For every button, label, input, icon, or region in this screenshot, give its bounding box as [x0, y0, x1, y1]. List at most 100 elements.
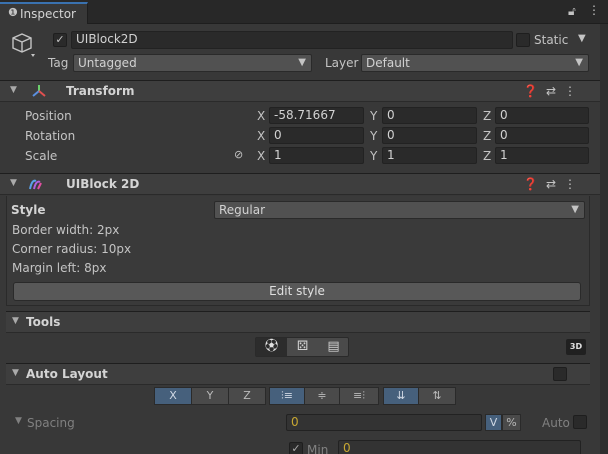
axis-x-label: X	[257, 149, 266, 163]
layer-label: Layer	[325, 56, 359, 70]
constrain-proportions-icon[interactable]: ⊘	[234, 148, 243, 161]
spacing-field[interactable]: 0	[286, 414, 482, 431]
min-checkbox[interactable]: ✓	[289, 442, 303, 454]
transform-title: Transform	[66, 84, 135, 98]
position-label: Position	[25, 109, 72, 123]
corner-radius-info: Corner radius: 10px	[12, 242, 132, 256]
static-checkbox[interactable]	[516, 33, 530, 47]
preset-icon[interactable]: ⇄	[546, 84, 564, 98]
tag-label: Tag	[48, 56, 69, 70]
chevron-down-icon: ▼	[575, 57, 583, 68]
chevron-down-icon: ▼	[571, 204, 579, 215]
order-reverse-icon: ⇅	[432, 389, 442, 402]
min-field[interactable]: 0	[338, 440, 581, 454]
tag-value: Untagged	[78, 56, 137, 70]
tag-dropdown[interactable]: Untagged ▼	[73, 54, 312, 72]
tools-header[interactable]: ▼ Tools	[6, 311, 590, 333]
style-value: Regular	[219, 203, 266, 217]
lock-icon[interactable]: 🔓︎	[568, 4, 576, 19]
align-end-segment[interactable]: ≡⫶	[339, 387, 379, 405]
kebab-menu-icon[interactable]: ⋮	[564, 177, 584, 191]
component-header-icons: ❓⇄⋮	[523, 84, 584, 98]
spacing-unit-percent-toggle[interactable]: %	[502, 414, 521, 431]
axis-y-label: Y	[370, 149, 378, 163]
axis-z-label: Z	[483, 109, 492, 123]
uiblock-header[interactable]: ▼ UIBlock 2D ❓⇄⋮	[0, 173, 600, 195]
axis-z-segment[interactable]: Z	[228, 387, 266, 405]
foldout-arrow-icon[interactable]: ▼	[12, 368, 19, 378]
min-label: Min	[307, 443, 329, 454]
position-x-field[interactable]: -58.71667	[269, 107, 364, 124]
active-checkbox[interactable]: ✓	[53, 33, 67, 47]
spacing-unit-value-toggle[interactable]: V	[485, 414, 502, 431]
layer-value: Default	[366, 56, 410, 70]
order-default-segment[interactable]: ⇊	[383, 387, 419, 405]
foldout-arrow-icon[interactable]: ▼	[12, 316, 19, 326]
style-label: Style	[11, 203, 46, 217]
align-start-segment[interactable]: ⫶≡	[269, 387, 305, 405]
foldout-arrow-icon[interactable]: ▼	[10, 178, 17, 188]
rotation-z-field[interactable]: 0	[495, 127, 589, 144]
3d-toggle-badge[interactable]: 3D	[566, 339, 586, 355]
foldout-arrow-icon[interactable]: ▼	[10, 85, 17, 95]
auto-layout-enabled-checkbox[interactable]	[553, 367, 567, 381]
object-name-field[interactable]: UIBlock2D	[71, 31, 513, 49]
static-label: Static	[534, 33, 569, 47]
transform-header[interactable]: ▼ Transform ❓⇄⋮	[0, 80, 600, 102]
order-forward-icon: ⇊	[396, 389, 406, 402]
axis-x-segment[interactable]: X	[154, 387, 192, 405]
auto-spacing-checkbox[interactable]	[573, 415, 587, 429]
static-dropdown-icon[interactable]: ▼	[578, 33, 586, 44]
info-icon: ❶	[8, 6, 18, 19]
rotation-x-field[interactable]: 0	[269, 127, 364, 144]
kebab-menu-icon[interactable]: ⋮	[564, 84, 584, 98]
layer-dropdown[interactable]: Default ▼	[361, 54, 589, 72]
tools-title: Tools	[26, 315, 61, 329]
auto-layout-header[interactable]: ▼ Auto Layout	[6, 363, 590, 385]
margin-left-info: Margin left: 8px	[12, 261, 107, 275]
axis-z-label: Z	[483, 149, 492, 163]
uiblock-title: UIBlock 2D	[66, 177, 140, 191]
component-header-icons: ❓⇄⋮	[523, 177, 584, 191]
scale-z-field[interactable]: 1	[495, 147, 589, 164]
axis-z-label: Z	[483, 129, 492, 143]
scale-label: Scale	[25, 149, 58, 163]
kebab-menu-icon[interactable]: ⋮	[588, 3, 600, 17]
help-icon[interactable]: ❓	[523, 177, 546, 191]
align-center-segment[interactable]: ≑	[304, 387, 340, 405]
rotation-label: Rotation	[25, 129, 76, 143]
tab-label: Inspector	[20, 7, 76, 21]
position-z-field[interactable]: 0	[495, 107, 589, 124]
order-reverse-segment[interactable]: ⇅	[418, 387, 456, 405]
scale-x-field[interactable]: 1	[269, 147, 364, 164]
border-width-info: Border width: 2px	[12, 223, 120, 237]
tool-mode-2d-icon[interactable]: ⚽︎	[256, 338, 287, 356]
tool-mode-toolbar: ⚽︎ ⚄ ▤	[255, 337, 349, 357]
chevron-down-icon: ▼	[298, 57, 306, 68]
tool-mode-edit-icon[interactable]: ▤	[318, 338, 349, 356]
spacing-foldout-icon[interactable]: ▼	[15, 416, 22, 426]
preset-icon[interactable]: ⇄	[546, 177, 564, 191]
help-icon[interactable]: ❓	[523, 84, 546, 98]
rotation-y-field[interactable]: 0	[382, 127, 477, 144]
auto-layout-title: Auto Layout	[26, 367, 108, 381]
uiblock-icon	[28, 177, 44, 194]
axis-y-label: Y	[370, 109, 378, 123]
align-right-icon: ≡⫶	[353, 389, 365, 402]
axis-y-segment[interactable]: Y	[191, 387, 229, 405]
axis-y-label: Y	[370, 129, 378, 143]
axis-x-label: X	[257, 129, 266, 143]
style-dropdown[interactable]: Regular ▼	[214, 201, 585, 219]
scale-y-field[interactable]: 1	[382, 147, 477, 164]
position-y-field[interactable]: 0	[382, 107, 477, 124]
transform-icon	[31, 83, 47, 102]
tool-mode-3d-icon[interactable]: ⚄	[287, 338, 318, 356]
axis-x-label: X	[257, 109, 266, 123]
scrollbar[interactable]	[600, 24, 608, 454]
edit-style-button[interactable]: Edit style	[13, 282, 581, 301]
auto-label: Auto	[542, 416, 570, 430]
align-left-icon: ⫶≡	[281, 389, 293, 402]
gameobject-cube-icon[interactable]	[12, 32, 36, 57]
align-center-icon: ≑	[317, 389, 327, 402]
tab-inspector[interactable]: ❶ Inspector	[0, 2, 88, 24]
